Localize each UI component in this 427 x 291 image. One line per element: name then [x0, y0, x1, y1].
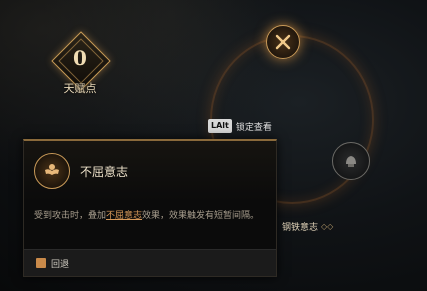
tooltip-description: 受到攻击时，叠加不屈意志效果，效果触发有短暂间隔。: [34, 209, 270, 223]
talent-node-crossed-blades[interactable]: [266, 25, 300, 59]
iron-will-label-text: 钢铁意志: [282, 223, 319, 233]
lock-view-label: 锁定查看: [235, 122, 272, 133]
tooltip-desc-prefix: 受到攻击时，叠加: [34, 211, 107, 221]
talent-points-label: 天赋点: [63, 82, 97, 95]
iron-will-icon: [346, 156, 356, 167]
tooltip-desc-suffix: 效果，效果触发有短暂间隔。: [142, 211, 260, 221]
back-book-icon: [36, 258, 46, 268]
tooltip-desc-keyword[interactable]: 不屈意志: [106, 211, 142, 221]
lock-view-hint: LAlt 锁定查看: [208, 119, 272, 133]
back-label[interactable]: 回退: [51, 257, 69, 270]
lalt-key-badge: LAlt: [208, 119, 232, 133]
talent-points-value: 0: [73, 46, 87, 70]
iron-will-label: 钢铁意志 ◇◇: [282, 220, 333, 233]
crossed-blades-icon: [275, 34, 291, 50]
talent-node-iron-will[interactable]: [332, 142, 370, 180]
muscle-icon: [45, 164, 59, 175]
talent-points-counter: 0 天赋点: [46, 31, 118, 100]
tooltip-title: 不屈意志: [80, 165, 129, 179]
tooltip-footer[interactable]: 回退: [24, 249, 276, 276]
talent-tooltip: 不屈意志 受到攻击时，叠加不屈意志效果，效果触发有短暂间隔。 回退: [23, 139, 277, 277]
talent-tree-scene: 0 天赋点 钢铁意志 ◇◇ LAlt 锁定查看 不屈意志 受到攻击时，叠加不屈意…: [0, 0, 427, 291]
diamond-marker-icon: ◇◇: [321, 222, 334, 231]
tooltip-talent-icon: [34, 153, 70, 189]
